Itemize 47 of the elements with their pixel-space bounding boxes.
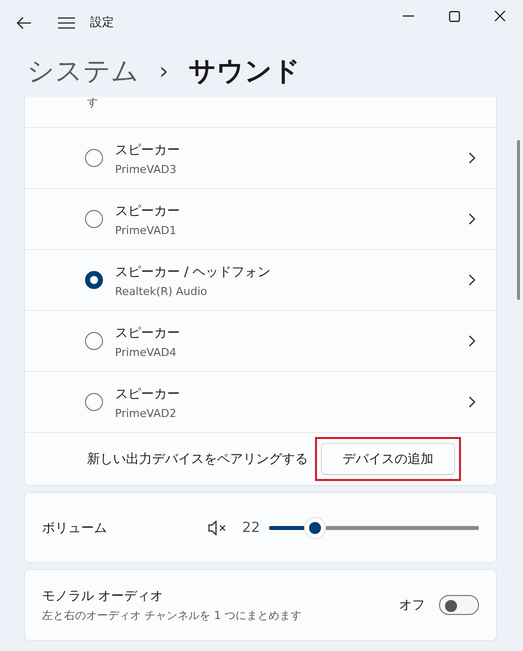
- minimize-icon: [402, 15, 414, 17]
- device-item[interactable]: スピーカー PrimeVAD2: [25, 372, 496, 433]
- volume-label: ボリューム: [42, 520, 108, 536]
- page-title: サウンド: [188, 55, 301, 89]
- maximize-icon: [448, 10, 460, 22]
- volume-reading: 22: [242, 520, 260, 536]
- chevron-right-icon: [468, 335, 476, 347]
- chevron-right-icon: [468, 274, 476, 286]
- radio-button[interactable]: [85, 393, 103, 411]
- chevron-right-icon: [468, 396, 476, 408]
- breadcrumb-separator: ›: [159, 57, 169, 85]
- setting-title: モノラル オーディオ: [42, 588, 164, 605]
- muted-speaker-icon[interactable]: [208, 520, 228, 536]
- device-detail: Realtek(R) Audio: [115, 284, 208, 298]
- toggle-state-label: オフ: [399, 597, 425, 614]
- breadcrumb-parent[interactable]: システム: [27, 53, 139, 89]
- device-name: スピーカー: [115, 202, 181, 220]
- device-detail: PrimeVAD3: [115, 162, 178, 176]
- device-item[interactable]: スピーカー PrimeVAD4: [25, 311, 496, 372]
- radio-button[interactable]: [85, 332, 103, 350]
- device-item[interactable]: スピーカー / ヘッドフォン Realtek(R) Audio: [25, 250, 496, 311]
- device-detail: PrimeVAD1: [115, 224, 178, 236]
- slider-track[interactable]: [269, 526, 479, 530]
- device-name: スピーカー: [115, 386, 181, 402]
- device-item[interactable]: スピーカー PrimeVAD3: [25, 128, 496, 189]
- device-name: スピーカー: [115, 324, 181, 342]
- device-detail: PrimeVAD4: [115, 346, 178, 358]
- back-arrow-icon: [16, 16, 32, 30]
- menu-icon: [58, 16, 74, 28]
- window-title: 設定: [90, 14, 114, 31]
- radio-button[interactable]: [85, 210, 103, 228]
- chevron-right-icon: [468, 213, 476, 225]
- truncated-text: す: [25, 97, 496, 128]
- pairing-label: 新しい出力デバイスをペアリングする: [87, 451, 309, 468]
- close-icon: [494, 10, 506, 22]
- radio-button[interactable]: [85, 149, 103, 167]
- device-name: スピーカー: [115, 142, 181, 158]
- toggle-switch[interactable]: [439, 595, 479, 615]
- slider-thumb[interactable]: [304, 516, 326, 538]
- device-item[interactable]: スピーカー PrimeVAD1: [25, 189, 496, 250]
- device-name: スピーカー / ヘッドフォン: [115, 264, 272, 280]
- scrollbar[interactable]: [517, 140, 520, 300]
- add-device-button[interactable]: デバイスの追加: [321, 443, 455, 475]
- radio-button[interactable]: [85, 271, 103, 289]
- chevron-right-icon: [468, 152, 476, 164]
- setting-description: 左と右のオーディオ チャンネルを 1 つにまとめます: [42, 608, 302, 623]
- device-detail: PrimeVAD2: [115, 406, 178, 420]
